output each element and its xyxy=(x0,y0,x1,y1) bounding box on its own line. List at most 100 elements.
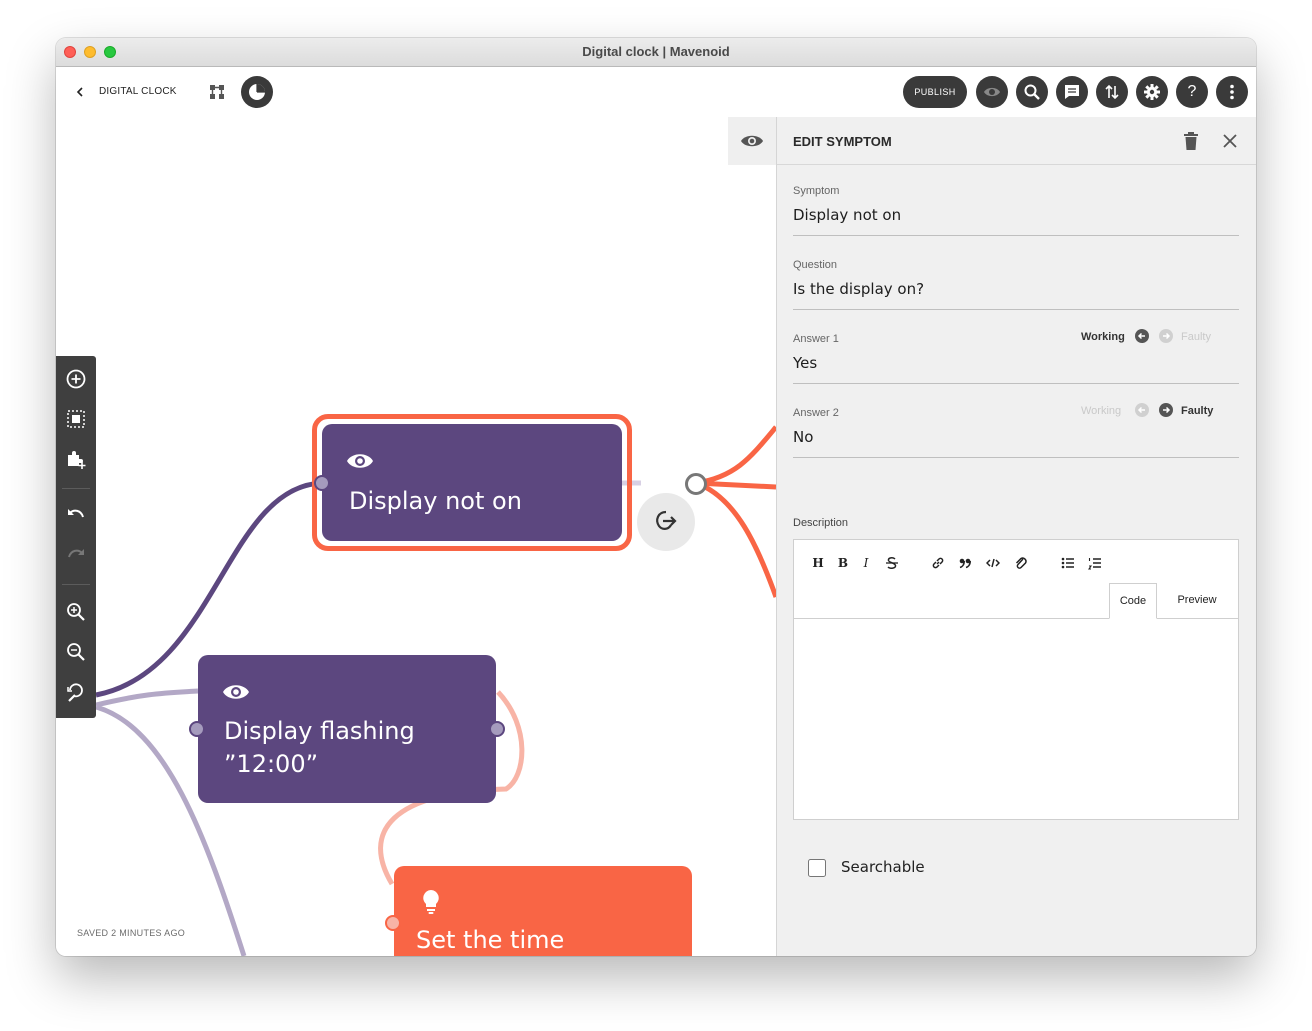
search-icon xyxy=(1024,84,1040,100)
italic-button[interactable]: I xyxy=(856,555,876,571)
lightbulb-icon xyxy=(423,890,439,914)
editor-toolbar: H B I Code Preview xyxy=(794,540,1238,619)
question-field: Question xyxy=(793,259,1239,310)
panel-title: EDIT SYMPTOM xyxy=(793,134,892,149)
toolbar-divider xyxy=(62,584,90,585)
zoom-in-icon[interactable] xyxy=(65,601,87,623)
searchable-label[interactable]: Searchable xyxy=(841,858,925,876)
canvas-toolbar xyxy=(56,356,96,718)
publish-button[interactable]: PUBLISH xyxy=(903,76,967,108)
close-icon[interactable] xyxy=(1222,133,1238,149)
undo-icon[interactable] xyxy=(65,504,87,526)
description-textarea[interactable] xyxy=(794,619,1238,819)
toolbar-divider xyxy=(62,488,90,489)
attachment-button[interactable] xyxy=(1011,555,1031,571)
eye-icon xyxy=(741,135,763,147)
quote-button[interactable] xyxy=(955,555,975,571)
description-editor: H B I Code Preview xyxy=(793,539,1239,820)
help-icon: ? xyxy=(1187,83,1197,100)
zoom-out-icon[interactable] xyxy=(65,641,87,663)
zoom-fit-icon[interactable] xyxy=(65,681,87,703)
loop-arrow-icon xyxy=(656,510,677,530)
searchable-checkbox[interactable] xyxy=(808,859,826,877)
node-output-port[interactable] xyxy=(685,473,707,495)
eye-icon xyxy=(984,87,1000,97)
settings-button[interactable] xyxy=(1136,76,1168,108)
select-area-icon[interactable] xyxy=(65,408,87,430)
breadcrumb[interactable]: DIGITAL CLOCK xyxy=(99,86,177,97)
import-export-button[interactable] xyxy=(1096,76,1128,108)
answer-2-input[interactable] xyxy=(793,425,1233,449)
canvas-preview-toggle[interactable] xyxy=(728,117,776,165)
working-option[interactable]: Working xyxy=(1081,331,1125,343)
search-button[interactable] xyxy=(1016,76,1048,108)
add-circle-icon[interactable] xyxy=(65,368,87,390)
field-label: Question xyxy=(793,259,838,271)
symptom-field: Symptom xyxy=(793,185,1239,236)
node-input-port[interactable] xyxy=(314,475,330,491)
solution-node-set-the-time[interactable]: Set the time xyxy=(394,866,692,956)
tab-code[interactable]: Code xyxy=(1109,583,1157,619)
app-header: DIGITAL CLOCK PUBLISH ? xyxy=(56,67,1256,117)
more-vertical-icon xyxy=(1230,84,1234,100)
answer-1-input[interactable] xyxy=(793,351,1233,375)
node-label: Display flashing ”12:00” xyxy=(224,717,415,778)
gear-icon xyxy=(1144,84,1160,100)
link-button[interactable] xyxy=(928,555,948,571)
strikethrough-icon xyxy=(886,557,898,569)
symptom-node-display-not-on[interactable]: Display not on xyxy=(322,424,622,541)
symptom-node-display-flashing[interactable]: Display flashing ”12:00” xyxy=(198,655,496,803)
heading-button[interactable]: H xyxy=(808,555,828,571)
bold-button[interactable]: B xyxy=(833,555,853,571)
answer-2-field: Answer 2 Working Faulty xyxy=(793,403,1239,458)
field-label: Answer 1 xyxy=(793,333,839,345)
faulty-option[interactable]: Faulty xyxy=(1181,331,1211,343)
loop-connection-button[interactable] xyxy=(637,493,695,551)
hierarchy-icon[interactable] xyxy=(208,83,226,101)
saved-status: SAVED 2 MINUTES AGO xyxy=(77,928,186,938)
window-title: Digital clock | Mavenoid xyxy=(582,44,730,59)
help-button[interactable]: ? xyxy=(1176,76,1208,108)
question-input[interactable] xyxy=(793,277,1233,301)
analytics-button[interactable] xyxy=(241,76,273,108)
pie-chart-icon xyxy=(249,84,265,100)
answer-1-field: Answer 1 Working Faulty xyxy=(793,329,1239,384)
symptom-input[interactable] xyxy=(793,203,1233,227)
eye-icon xyxy=(223,685,249,699)
redo-icon[interactable] xyxy=(65,544,87,566)
description-label: Description xyxy=(793,517,849,529)
comment-icon xyxy=(1065,85,1079,99)
code-button[interactable] xyxy=(983,555,1003,571)
bulleted-list-button[interactable] xyxy=(1058,555,1078,571)
puzzle-add-icon[interactable] xyxy=(65,448,87,470)
chevron-left-icon[interactable] xyxy=(74,84,86,100)
field-label: Symptom xyxy=(793,185,840,197)
link-icon xyxy=(932,557,944,569)
node-input-port[interactable] xyxy=(385,915,401,931)
preview-button[interactable] xyxy=(976,76,1008,108)
numbered-list-button[interactable] xyxy=(1085,555,1105,571)
app-window: Digital clock | Mavenoid DIGITAL CLOCK P… xyxy=(56,38,1256,956)
window-titlebar: Digital clock | Mavenoid xyxy=(56,38,1256,67)
panel-header: EDIT SYMPTOM xyxy=(777,117,1256,165)
faulty-option[interactable]: Faulty xyxy=(1181,405,1213,417)
quote-icon xyxy=(959,558,971,569)
working-option[interactable]: Working xyxy=(1081,405,1121,417)
sort-icon xyxy=(1105,84,1119,100)
trash-icon[interactable] xyxy=(1182,131,1200,151)
numbered-list-icon xyxy=(1088,558,1101,570)
comments-button[interactable] xyxy=(1056,76,1088,108)
flow-canvas[interactable]: Display not on Display flashing ”12:00” xyxy=(56,117,776,956)
arrow-right-icon[interactable] xyxy=(1159,403,1173,417)
node-label: Set the time xyxy=(416,926,565,954)
attachment-icon xyxy=(1015,557,1027,569)
arrow-left-icon[interactable] xyxy=(1135,403,1149,417)
node-input-port[interactable] xyxy=(189,721,205,737)
node-output-port[interactable] xyxy=(489,721,505,737)
field-label: Answer 2 xyxy=(793,407,839,419)
arrow-left-icon[interactable] xyxy=(1135,329,1149,343)
more-button[interactable] xyxy=(1216,76,1248,108)
strikethrough-button[interactable] xyxy=(882,555,902,571)
tab-preview[interactable]: Preview xyxy=(1164,583,1230,618)
arrow-right-icon[interactable] xyxy=(1159,329,1173,343)
